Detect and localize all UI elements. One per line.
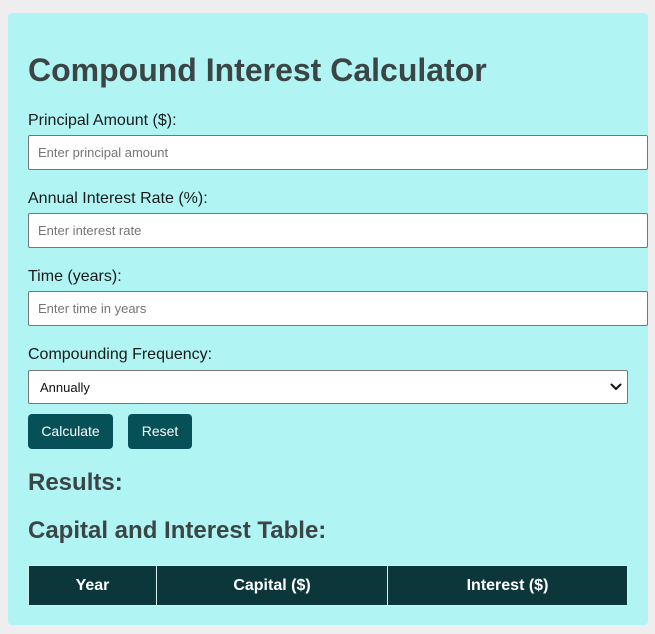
reset-button[interactable]: Reset — [128, 414, 192, 449]
principal-label: Principal Amount ($): — [28, 112, 177, 129]
page-title: Compound Interest Calculator — [28, 52, 487, 88]
time-label: Time (years): — [28, 268, 122, 285]
frequency-selected-value: Annually — [40, 379, 90, 395]
column-header-capital: Capital ($) — [156, 565, 388, 606]
table-header-row: Year Capital ($) Interest ($) — [28, 565, 628, 606]
rate-label: Annual Interest Rate (%): — [28, 190, 208, 207]
time-input[interactable] — [28, 291, 648, 326]
capital-interest-table: Year Capital ($) Interest ($) — [28, 565, 628, 606]
frequency-label: Compounding Frequency: — [28, 346, 213, 363]
principal-input[interactable] — [28, 135, 648, 170]
calculator-card: Compound Interest Calculator Principal A… — [8, 13, 648, 625]
calculate-button[interactable]: Calculate — [28, 414, 113, 449]
column-header-interest: Interest ($) — [387, 565, 628, 606]
frequency-select[interactable]: Annually — [28, 370, 628, 404]
column-header-year: Year — [28, 565, 157, 606]
table-heading: Capital and Interest Table: — [28, 517, 327, 544]
chevron-down-icon — [605, 371, 627, 403]
results-heading: Results: — [28, 469, 123, 496]
rate-input[interactable] — [28, 213, 648, 248]
